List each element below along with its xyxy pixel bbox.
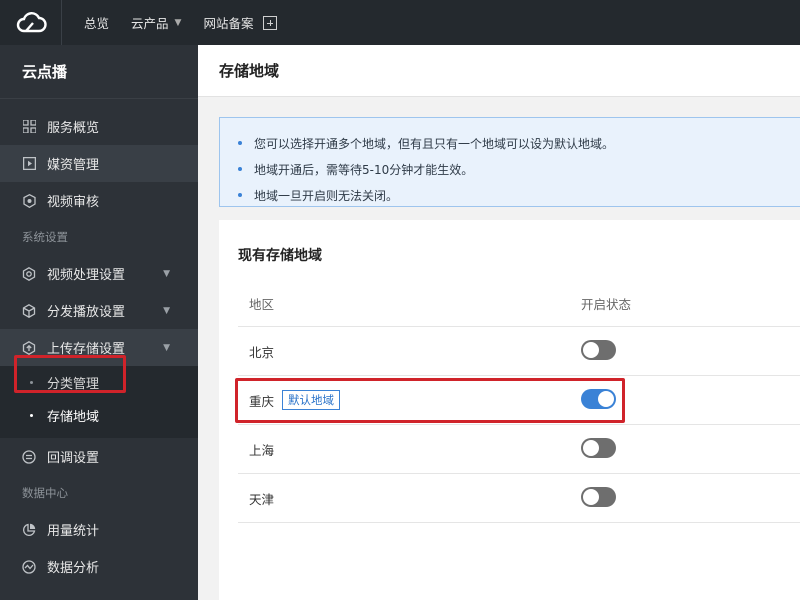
notice-text: 地域开通后，需等待5-10分钟才能生效。 bbox=[254, 162, 474, 177]
nav-cloud-products[interactable]: 云产品 ▼ bbox=[131, 13, 181, 32]
notice-item: 您可以选择开通多个地域，但有且只有一个地域可以设为默认地域。 bbox=[238, 130, 800, 156]
sidebar-subitem-storage-region[interactable]: 存储地域 bbox=[0, 399, 198, 432]
sidebar-item-data-analysis[interactable]: 数据分析 bbox=[0, 548, 198, 585]
top-navbar: 总览 云产品 ▼ 网站备案 bbox=[0, 0, 800, 45]
bullet-icon bbox=[238, 193, 242, 197]
page-title: 存储地域 bbox=[198, 45, 800, 97]
sidebar-item-usage-statistics[interactable]: 用量统计 bbox=[0, 511, 198, 548]
region-toggle[interactable] bbox=[581, 437, 616, 461]
sidebar-item-media-management[interactable]: 媒资管理 bbox=[0, 145, 198, 182]
card-title: 现有存储地域 bbox=[238, 248, 322, 264]
region-name: 上海 bbox=[249, 442, 275, 458]
bullet-icon bbox=[238, 141, 242, 145]
nav-website-filing-label: 网站备案 bbox=[203, 16, 254, 31]
column-header-region: 地区 bbox=[249, 296, 275, 312]
nav-overview[interactable]: 总览 bbox=[84, 13, 109, 32]
toggle-knob bbox=[583, 488, 599, 505]
notice-item: 地域一旦开启则无法关闭。 bbox=[238, 182, 800, 208]
chevron-down-icon: ▼ bbox=[163, 342, 170, 353]
notice-text: 您可以选择开通多个地域，但有且只有一个地域可以设为默认地域。 bbox=[254, 136, 615, 151]
region-name: 天津 bbox=[249, 491, 275, 507]
notice-text: 地域一旦开启则无法关闭。 bbox=[254, 188, 399, 203]
process-icon bbox=[22, 266, 36, 281]
table-row: 上海 bbox=[238, 425, 800, 474]
info-notice: 您可以选择开通多个地域，但有且只有一个地域可以设为默认地域。 地域开通后，需等待… bbox=[219, 117, 800, 207]
sidebar-subitem-label: 存储地域 bbox=[47, 410, 100, 425]
analytics-icon bbox=[22, 559, 36, 574]
nav-overview-label: 总览 bbox=[84, 16, 110, 31]
sidebar-item-video-review[interactable]: 视频审核 bbox=[0, 182, 198, 219]
sidebar-item-callback-settings[interactable]: 回调设置 bbox=[0, 438, 198, 475]
chevron-down-icon: ▼ bbox=[163, 305, 170, 316]
cloud-logo-icon[interactable] bbox=[0, 0, 62, 45]
sidebar-item-label: 视频处理设置 bbox=[47, 268, 126, 283]
sidebar: 云点播 服务概览 媒资管理 视频审核 系统设置 视频处理设置 ▼ 分发播放设置 … bbox=[0, 45, 198, 600]
callback-icon bbox=[22, 449, 36, 464]
upload-icon bbox=[22, 340, 36, 355]
table-header: 地区 开启状态 bbox=[238, 280, 800, 327]
play-icon bbox=[22, 157, 36, 171]
bullet-icon bbox=[238, 167, 242, 171]
column-header-status: 开启状态 bbox=[581, 296, 632, 312]
nav-website-filing[interactable]: 网站备案 bbox=[203, 13, 253, 32]
sidebar-item-service-overview[interactable]: 服务概览 bbox=[0, 108, 198, 145]
sidebar-item-label: 分发播放设置 bbox=[47, 305, 126, 320]
highlight-box-storage-region bbox=[14, 355, 126, 393]
region-toggle[interactable] bbox=[581, 339, 616, 363]
table-row: 北京 bbox=[238, 327, 800, 376]
toggle-switch-off[interactable] bbox=[581, 486, 616, 507]
bullet-icon bbox=[30, 414, 33, 417]
grid-icon bbox=[22, 120, 36, 134]
chevron-down-icon: ▼ bbox=[174, 17, 182, 28]
sidebar-item-distribution-settings[interactable]: 分发播放设置 ▼ bbox=[0, 292, 198, 329]
pie-chart-icon bbox=[22, 523, 36, 537]
nav-cloud-products-label: 云产品 bbox=[131, 16, 169, 31]
sidebar-item-label: 媒资管理 bbox=[47, 158, 100, 173]
toggle-knob bbox=[583, 439, 599, 456]
sidebar-item-label: 用量统计 bbox=[47, 524, 100, 539]
region-toggle[interactable] bbox=[581, 486, 616, 510]
toggle-knob bbox=[583, 341, 599, 358]
toggle-switch-off[interactable] bbox=[581, 437, 616, 458]
notice-item: 地域开通后，需等待5-10分钟才能生效。 bbox=[238, 156, 800, 182]
region-name: 北京 bbox=[249, 344, 275, 360]
main-content: 存储地域 您可以选择开通多个地域，但有且只有一个地域可以设为默认地域。 地域开通… bbox=[198, 45, 800, 600]
sidebar-item-label: 数据分析 bbox=[47, 561, 100, 576]
group-label-system-settings: 系统设置 bbox=[22, 230, 68, 244]
highlight-box-default-row bbox=[235, 378, 625, 423]
toggle-switch-off[interactable] bbox=[581, 339, 616, 360]
group-label-data-center: 数据中心 bbox=[22, 486, 68, 500]
sidebar-item-label: 回调设置 bbox=[47, 451, 100, 466]
table-row: 天津 bbox=[238, 474, 800, 523]
sidebar-item-label: 视频审核 bbox=[47, 195, 100, 210]
chevron-down-icon: ▼ bbox=[163, 268, 170, 279]
sidebar-title: 云点播 bbox=[0, 45, 198, 99]
sidebar-item-label: 服务概览 bbox=[47, 121, 100, 136]
shield-icon bbox=[22, 193, 36, 208]
add-shortcut-icon[interactable] bbox=[263, 15, 278, 30]
sidebar-item-video-processing-settings[interactable]: 视频处理设置 ▼ bbox=[0, 255, 198, 292]
cube-icon bbox=[22, 303, 36, 318]
